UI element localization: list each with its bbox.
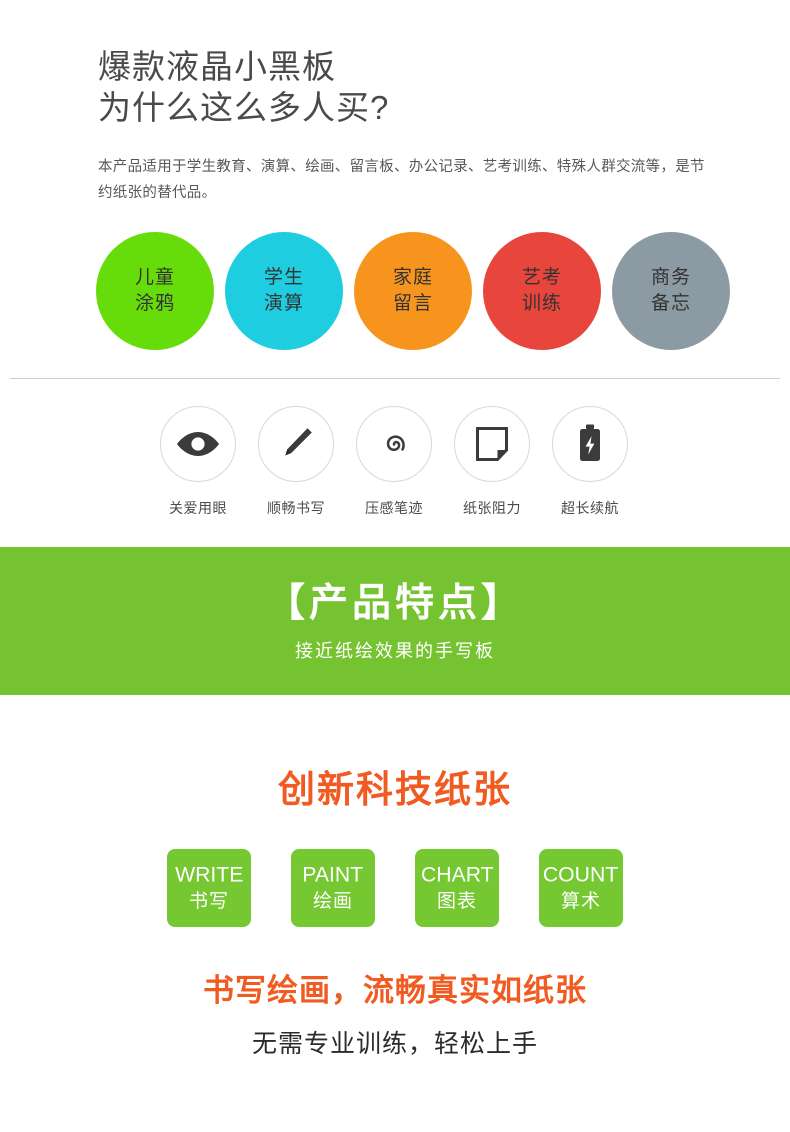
- use-case-label-line2: 训练: [521, 293, 562, 314]
- capability-tag: WRITE 书写: [167, 849, 251, 927]
- capability-tag: CHART 图表: [415, 849, 499, 927]
- feature-icon-frame: [454, 406, 530, 482]
- feature-label: 顺畅书写: [267, 500, 325, 516]
- spiral-icon: [374, 424, 414, 464]
- banner-title: 【产品特点】: [265, 581, 524, 625]
- capability-tag-cn: 绘画: [312, 890, 353, 912]
- feature-label: 压感笔迹: [365, 500, 423, 516]
- use-case-label-line2: 演算: [263, 293, 304, 314]
- capability-tag-cn: 书写: [188, 890, 229, 912]
- banner-subtitle: 接近纸绘效果的手写板: [295, 640, 495, 661]
- feature-icon-frame: [160, 406, 236, 482]
- capability-tag-cn: 图表: [436, 890, 477, 912]
- feature-item: 关爱用眼: [158, 406, 238, 518]
- use-case-label-line2: 留言: [392, 293, 433, 314]
- use-case-circle-row: 儿童 涂鸦 学生 演算 家庭 留言 艺考 训练 商务 备忘: [0, 232, 790, 350]
- capability-tag-en: COUNT: [543, 862, 619, 887]
- use-case-label-line1: 儿童: [134, 267, 175, 288]
- capability-tag: PAINT 绘画: [291, 849, 375, 927]
- use-case-label-line2: 涂鸦: [134, 293, 175, 314]
- capability-tag-en: CHART: [420, 862, 494, 887]
- use-case-label-line1: 家庭: [392, 267, 433, 288]
- eye-icon: [176, 429, 220, 459]
- use-case-circle: 家庭 留言: [354, 232, 472, 350]
- feature-icon-frame: [356, 406, 432, 482]
- feature-icon-frame: [552, 406, 628, 482]
- feature-item: 顺畅书写: [256, 406, 336, 518]
- feature-label: 超长续航: [561, 500, 619, 516]
- capability-tag-cn: 算术: [560, 890, 601, 912]
- hero-description: 本产品适用于学生教育、演算、绘画、留言板、办公记录、艺考训练、特殊人群交流等，是…: [98, 159, 705, 201]
- use-case-circle: 艺考 训练: [483, 232, 601, 350]
- capability-tag: COUNT 算术: [539, 849, 623, 927]
- paper-page-icon: [475, 426, 509, 462]
- use-case-label-line1: 学生: [263, 267, 304, 288]
- use-case-circle: 儿童 涂鸦: [96, 232, 214, 350]
- use-case-label-line1: 商务: [650, 267, 691, 288]
- innovation-title: 创新科技纸张: [278, 769, 512, 810]
- pen-icon: [277, 425, 315, 463]
- use-case-label-line2: 备忘: [650, 293, 691, 314]
- use-case-circle: 学生 演算: [225, 232, 343, 350]
- battery-icon: [577, 424, 603, 464]
- feature-icon-frame: [258, 406, 334, 482]
- page-title-line2: 为什么这么多人买?: [98, 89, 390, 126]
- hero-section: 爆款液晶小黑板 为什么这么多人买? 本产品适用于学生教育、演算、绘画、留言板、办…: [0, 0, 790, 206]
- capability-tag-row: WRITE 书写 PAINT 绘画 CHART 图表 COUNT 算术: [0, 849, 790, 927]
- page-title-line1: 爆款液晶小黑板: [98, 48, 336, 85]
- closing-headline: 书写绘画，流畅真实如纸张: [203, 973, 587, 1008]
- feature-icon-row: 关爱用眼 顺畅书写 压感笔迹 纸张阻力 超长续航: [0, 406, 790, 518]
- section-divider: [10, 378, 780, 379]
- use-case-circle: 商务 备忘: [612, 232, 730, 350]
- feature-item: 压感笔迹: [354, 406, 434, 518]
- feature-item: 超长续航: [550, 406, 630, 518]
- feature-label: 纸张阻力: [463, 500, 521, 516]
- capability-tag-en: WRITE: [174, 862, 244, 887]
- feature-item: 纸张阻力: [452, 406, 532, 518]
- capability-tag-en: PAINT: [302, 862, 364, 887]
- feature-label: 关爱用眼: [169, 500, 227, 516]
- closing-subline: 无需专业训练，轻松上手: [251, 1030, 538, 1058]
- use-case-label-line1: 艺考: [521, 267, 562, 288]
- product-features-banner: 【产品特点】 接近纸绘效果的手写板: [0, 547, 790, 695]
